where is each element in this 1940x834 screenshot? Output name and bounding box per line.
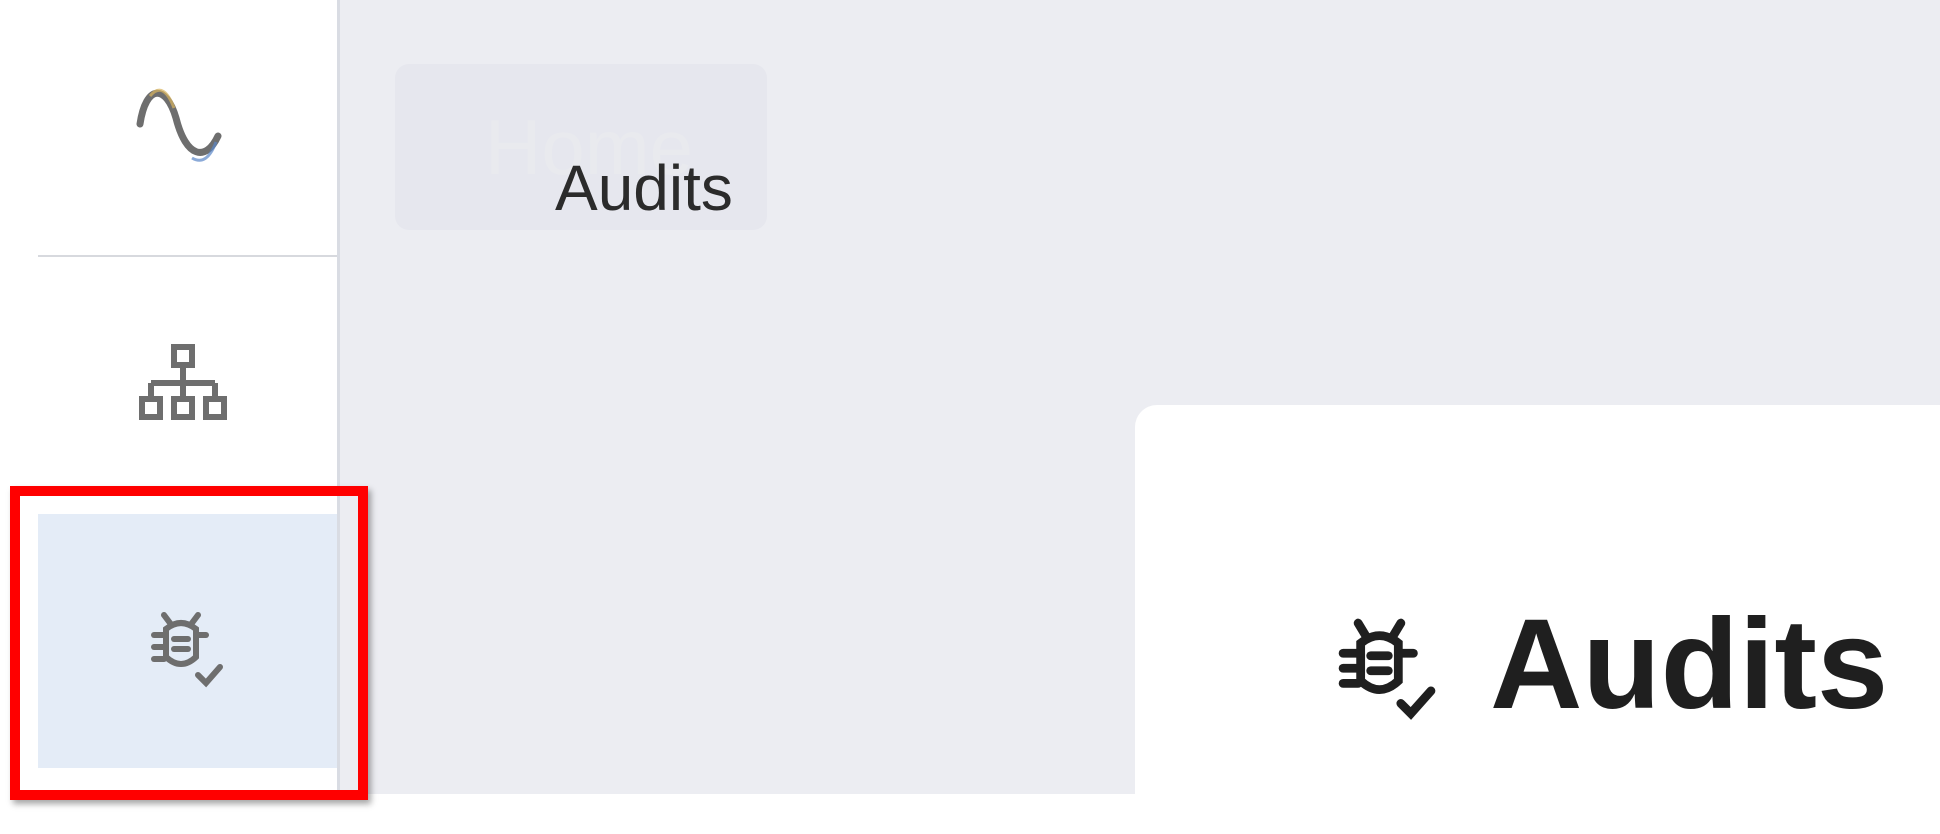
- sidebar-item-audits[interactable]: [38, 514, 337, 768]
- content-card: Audits: [1135, 405, 1940, 834]
- main-content: Home Audits Audits: [340, 0, 1940, 834]
- sidebar: [0, 0, 340, 794]
- sidebar-divider: [38, 255, 337, 257]
- bottom-strip: [0, 794, 1940, 834]
- bug-check-icon: [1338, 618, 1436, 720]
- bug-check-icon: [151, 612, 223, 688]
- page-title: Audits: [1490, 593, 1889, 736]
- app-window: Home Audits Audits: [0, 0, 1940, 834]
- breadcrumb-current: Audits: [555, 152, 733, 224]
- hierarchy-icon: [139, 344, 227, 420]
- sine-wave-icon: [136, 88, 222, 162]
- logo-area[interactable]: [0, 0, 337, 256]
- sidebar-item-hierarchy[interactable]: [38, 258, 337, 512]
